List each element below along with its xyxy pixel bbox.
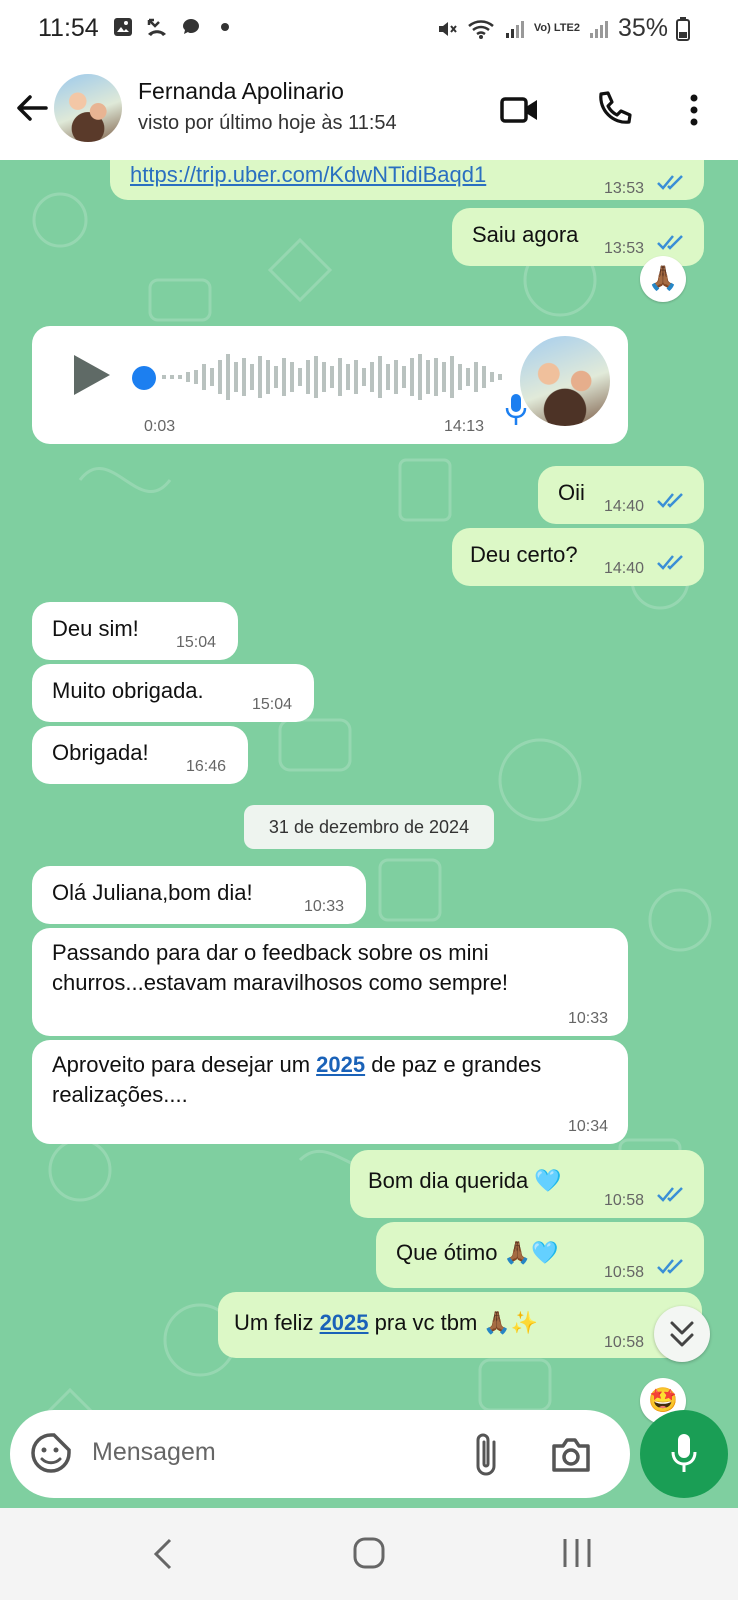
nav-recents-icon[interactable] (560, 1536, 594, 1570)
message-time: 15:04 (252, 696, 293, 713)
message-time: 10:58 (604, 1264, 645, 1281)
message-text: Olá Juliana,bom dia! (52, 880, 253, 905)
back-arrow-icon[interactable] (14, 90, 50, 126)
message-text: Oii (558, 480, 585, 505)
voice-duration: 0:03 (144, 418, 176, 435)
read-ticks-icon (657, 493, 683, 508)
message-text-line1: Passando para dar o feedback sobre os mi… (52, 940, 489, 965)
message-text: pra vc tbm 🙏🏾✨ (368, 1310, 539, 1335)
scroll-to-bottom-button[interactable] (654, 1306, 710, 1362)
message-text: de paz e grandes (365, 1052, 542, 1077)
status-bar: 11:54 Vo) LTE2 35% (0, 0, 738, 60)
message-text: Que ótimo 🙏🏾🩵 (396, 1240, 559, 1265)
double-chevron-down-icon (670, 1321, 694, 1347)
read-ticks-icon (657, 1259, 683, 1274)
message-time: 10:34 (568, 1118, 609, 1135)
sender-avatar[interactable] (520, 336, 610, 426)
message-link[interactable]: https://trip.uber.com/KdwNTidiBaqd1 (130, 160, 486, 190)
message-input[interactable]: Mensagem (92, 1438, 216, 1467)
sticker-icon[interactable] (30, 1432, 72, 1474)
message-time: 10:33 (568, 1010, 609, 1027)
message-reaction[interactable]: 🙏🏾 (640, 256, 686, 302)
date-link[interactable]: 2025 (316, 1052, 365, 1077)
message-text: Bom dia querida 🩵 (368, 1168, 562, 1193)
message-text-line2: churros...estavam maravilhosos como semp… (52, 970, 509, 995)
wifi-icon (468, 19, 494, 39)
more-options-icon[interactable] (672, 88, 716, 132)
message-incoming[interactable]: Olá Juliana,bom dia! 10:33 (32, 866, 366, 924)
message-text: Deu certo? (470, 542, 578, 567)
message-time: 14:40 (604, 560, 645, 577)
gallery-icon (114, 18, 132, 36)
microphone-icon (671, 1434, 697, 1472)
read-ticks-icon (657, 175, 683, 190)
signal-icon (505, 20, 524, 38)
voice-record-button[interactable] (640, 1410, 728, 1498)
message-incoming[interactable]: Passando para dar o feedback sobre os mi… (32, 928, 628, 1036)
voice-call-icon[interactable] (592, 88, 636, 132)
message-time: 14:13 (444, 418, 485, 435)
message-text: Aproveito para desejar um (52, 1052, 317, 1077)
read-ticks-icon (657, 555, 683, 570)
message-time: 13:53 (604, 180, 645, 197)
message-text-line2: realizações.... (52, 1082, 188, 1107)
message-outgoing[interactable]: Bom dia querida 🩵 10:58 (350, 1150, 704, 1218)
mute-icon (438, 21, 457, 36)
message-time: 10:58 (604, 1192, 645, 1209)
camera-icon[interactable] (550, 1434, 592, 1474)
voice-message[interactable]: 0:03 14:13 (32, 326, 628, 444)
message-text: Muito obrigada. (52, 678, 204, 703)
nav-back-icon[interactable] (152, 1536, 176, 1572)
message-text: Um feliz (234, 1310, 320, 1335)
signal-icon-2 (589, 20, 608, 38)
chat-header: Fernanda Apolinario visto por último hoj… (0, 60, 738, 160)
battery-percent: 35% (617, 14, 668, 42)
message-composer[interactable]: Mensagem (10, 1410, 630, 1498)
volte-label: Vo) LTE2 (533, 22, 580, 34)
read-ticks-icon (657, 235, 683, 250)
message-incoming[interactable]: Deu sim! 15:04 (32, 602, 238, 660)
date-link[interactable]: 2025 (320, 1310, 369, 1335)
dot-icon (221, 23, 229, 31)
last-seen: visto por último hoje às 11:54 (138, 112, 397, 134)
message-outgoing[interactable]: Que ótimo 🙏🏾🩵 10:58 (376, 1222, 704, 1288)
play-icon[interactable] (70, 352, 114, 398)
system-navigation-bar (0, 1508, 738, 1600)
message-outgoing[interactable]: Deu certo? 14:40 (452, 528, 704, 586)
message-time: 10:58 (604, 1334, 645, 1351)
missed-call-icon (147, 18, 166, 36)
video-call-icon[interactable] (498, 88, 542, 132)
message-time: 10:33 (304, 898, 345, 915)
microphone-icon (505, 394, 527, 425)
read-ticks-icon (657, 1187, 683, 1202)
message-outgoing[interactable]: Um feliz 2025 pra vc tbm 🙏🏾✨ 10:58 (218, 1292, 702, 1358)
chat-notification-icon (183, 19, 199, 34)
voice-progress-dot[interactable] (132, 366, 156, 390)
message-text: Saiu agora (472, 222, 579, 247)
message-time: 15:04 (176, 634, 217, 651)
battery-icon (676, 16, 690, 41)
message-outgoing[interactable]: https://trip.uber.com/KdwNTidiBaqd1 13:5… (110, 160, 704, 200)
message-incoming[interactable]: Obrigada! 16:46 (32, 726, 248, 784)
message-time: 16:46 (186, 758, 227, 775)
message-time: 14:40 (604, 498, 645, 515)
message-text: Obrigada! (52, 740, 149, 765)
message-incoming[interactable]: Aproveito para desejar um 2025 de paz e … (32, 1040, 628, 1144)
message-time: 13:53 (604, 240, 645, 257)
contact-name[interactable]: Fernanda Apolinario (138, 78, 344, 105)
message-incoming[interactable]: Muito obrigada. 15:04 (32, 664, 314, 722)
message-outgoing[interactable]: Oii 14:40 (538, 466, 704, 524)
contact-avatar[interactable] (54, 74, 122, 142)
status-time: 11:54 (38, 14, 99, 42)
attach-icon[interactable] (472, 1430, 502, 1478)
date-divider: 31 de dezembro de 2024 (244, 805, 494, 849)
nav-home-icon[interactable] (352, 1536, 386, 1570)
chat-area[interactable]: https://trip.uber.com/KdwNTidiBaqd1 13:5… (0, 160, 738, 1508)
voice-waveform[interactable] (158, 348, 518, 406)
message-text: Deu sim! (52, 616, 139, 641)
